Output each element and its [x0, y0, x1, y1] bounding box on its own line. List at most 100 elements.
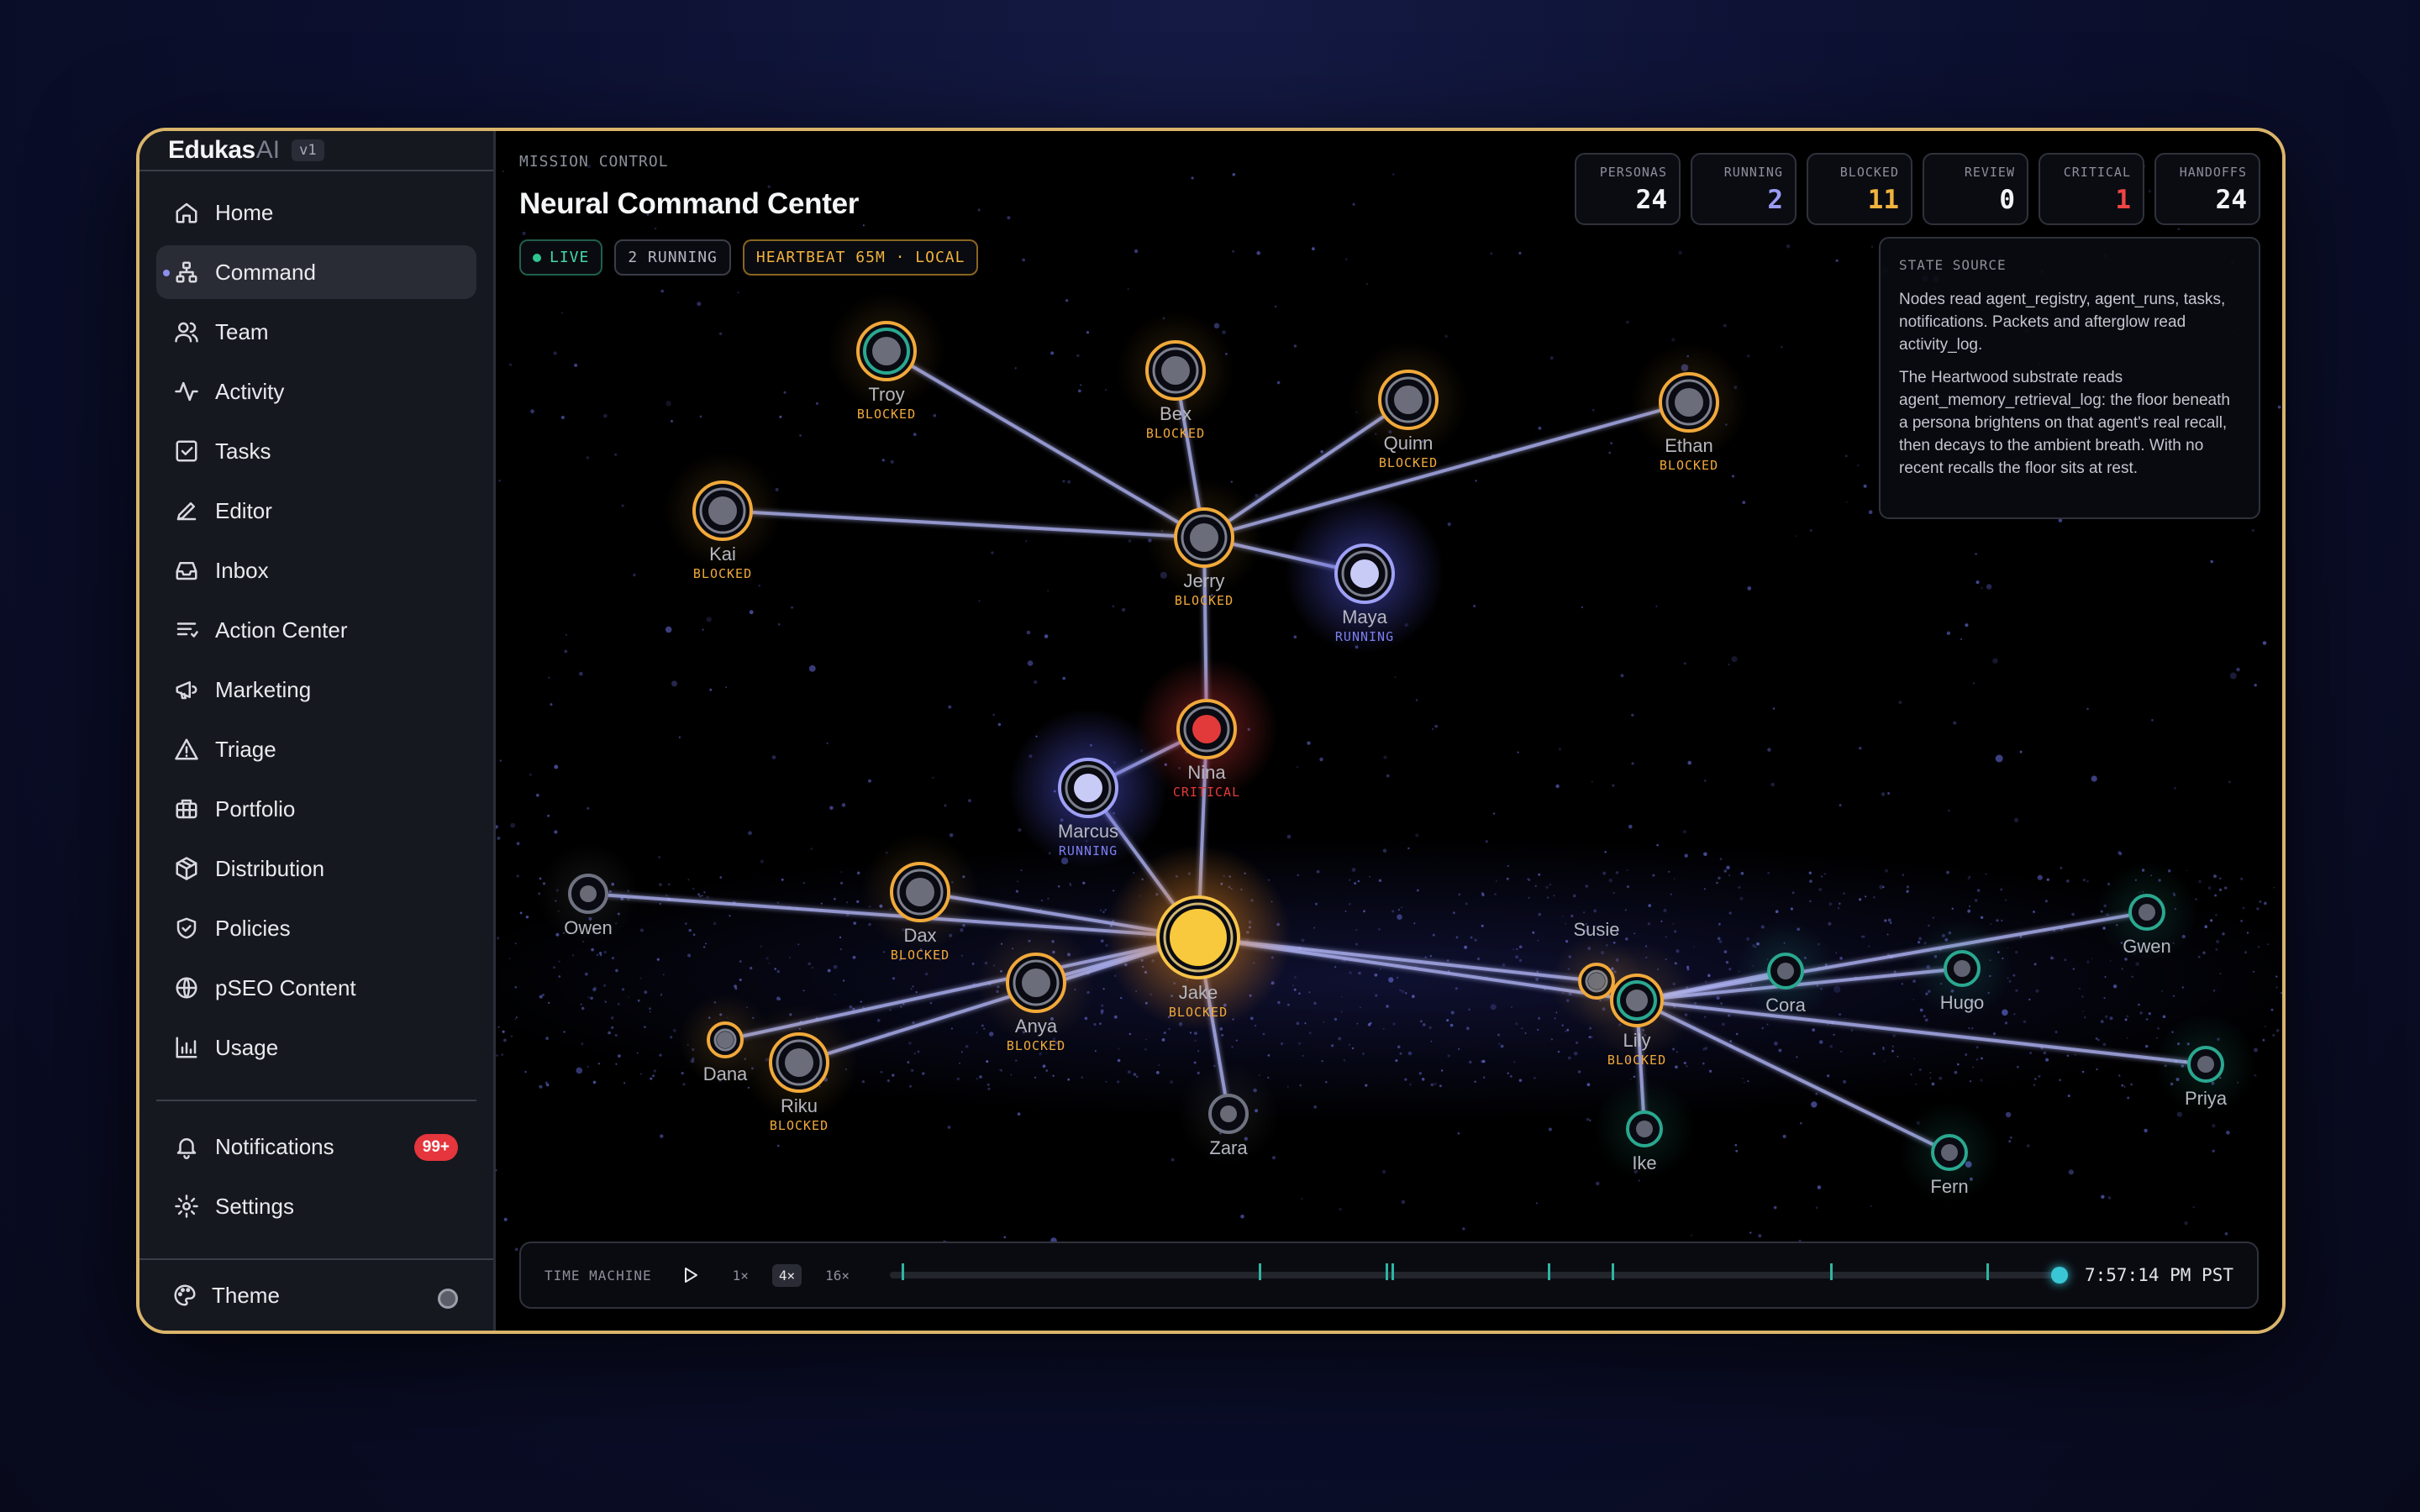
page-title: Neural Command Center: [519, 187, 860, 220]
node-name: Lily: [1623, 1030, 1650, 1051]
node-status: CRITICAL: [1173, 785, 1240, 800]
sidebar-item-team[interactable]: Team: [156, 305, 476, 359]
node-name: Anya: [1015, 1016, 1058, 1037]
node-core: [1192, 715, 1221, 743]
sidebar-item-command[interactable]: Command: [156, 245, 476, 299]
node-jerry[interactable]: Jerry BLOCKED: [1145, 479, 1263, 608]
stat-label: BLOCKED: [1839, 165, 1899, 180]
sidebar-item-portfolio[interactable]: Portfolio: [156, 782, 476, 836]
node-quinn[interactable]: QuinnBLOCKED: [1349, 341, 1467, 470]
state-source-title: STATE SOURCE: [1899, 257, 2007, 273]
speed-1x-button[interactable]: 1×: [726, 1264, 755, 1287]
node-zara[interactable]: Zara: [1178, 1063, 1279, 1164]
node-name: Ike: [1632, 1152, 1656, 1173]
node-anya[interactable]: AnyaBLOCKED: [977, 924, 1095, 1053]
sidebar-item-label: Distribution: [215, 855, 325, 881]
bell-icon: [173, 1133, 200, 1160]
node-priya[interactable]: Priya: [2155, 1014, 2256, 1115]
heartbeat-pill: HEARTBEAT 65M · LOCAL: [742, 239, 979, 276]
live-dot: [533, 253, 541, 262]
sidebar-item-label: Policies: [215, 915, 291, 941]
sidebar-item-policies[interactable]: Policies: [156, 901, 476, 955]
node-core: [1170, 909, 1227, 966]
node-hugo[interactable]: Hugo: [1912, 918, 2012, 1019]
theme-row[interactable]: Theme: [139, 1258, 493, 1331]
speed-16x-button[interactable]: 16×: [818, 1264, 856, 1287]
sidebar-item-notifications[interactable]: Notifications 99+: [156, 1120, 476, 1173]
node-jake[interactable]: Jake BLOCKED: [1106, 845, 1291, 1030]
sidebar-item-label: Home: [215, 199, 274, 225]
theme-toggle[interactable]: [438, 1289, 458, 1309]
stat-card-personas: PERSONAS 24: [1575, 153, 1681, 225]
node-ethan[interactable]: Ethan BLOCKED: [1630, 344, 1748, 473]
brand[interactable]: Edukas AI v1: [139, 131, 493, 171]
node-gwen[interactable]: Gwen: [2096, 862, 2197, 963]
node-core: [2197, 1056, 2214, 1073]
stat-label: PERSONAS: [1599, 165, 1667, 180]
node-fern[interactable]: Fern: [1899, 1102, 2000, 1203]
sidebar-item-action-center[interactable]: Action Center: [156, 603, 476, 657]
node-name: Priya: [2185, 1088, 2228, 1109]
node-dax[interactable]: Dax BLOCKED: [861, 833, 979, 963]
list-icon: [173, 617, 200, 643]
node-core: [1190, 523, 1218, 552]
play-icon[interactable]: [677, 1263, 702, 1288]
stat-card-review: REVIEW 0: [1923, 153, 2028, 225]
timeline-time: 7:57:14 PM PST: [2084, 1265, 2233, 1285]
node-bex[interactable]: Bex BLOCKED: [1117, 312, 1234, 441]
node-status: BLOCKED: [1007, 1038, 1065, 1053]
package-icon: [173, 855, 200, 882]
node-troy[interactable]: Troy BLOCKED: [828, 292, 945, 422]
sidebar-nav-bottom: Notifications 99+ Settings: [139, 1120, 493, 1233]
timeline-event-tick: [901, 1263, 904, 1280]
node-name: Owen: [564, 917, 612, 938]
edge-lily-priya: [1636, 999, 2207, 1066]
stat-card-blocked: BLOCKED 11: [1807, 153, 1912, 225]
timeline-track[interactable]: [890, 1263, 2068, 1284]
stat-value: 24: [2215, 185, 2247, 215]
sidebar-item-tasks[interactable]: Tasks: [156, 424, 476, 478]
sidebar-item-editor[interactable]: Editor: [156, 484, 476, 538]
time-machine: TIME MACHINE 1× 4× 16× 7:57:14 PM PST: [519, 1242, 2259, 1309]
timeline-event-tick: [1548, 1263, 1551, 1280]
sidebar-item-marketing[interactable]: Marketing: [156, 663, 476, 717]
node-name: Marcus: [1058, 821, 1118, 842]
speed-4x-button[interactable]: 4×: [771, 1263, 802, 1287]
node-ike[interactable]: Ike: [1594, 1079, 1695, 1179]
sidebar-item-home[interactable]: Home: [156, 186, 476, 239]
sidebar-item-label: Team: [215, 318, 269, 344]
sidebar-item-usage[interactable]: Usage: [156, 1021, 476, 1074]
sidebar-item-triage[interactable]: Triage: [156, 722, 476, 776]
node-status: BLOCKED: [891, 948, 950, 963]
warning-icon: [173, 736, 200, 763]
node-riku[interactable]: Riku BLOCKED: [740, 1004, 858, 1133]
node-maya[interactable]: Maya RUNNING: [1285, 494, 1444, 654]
node-owen[interactable]: Owen: [538, 843, 639, 944]
node-marcus[interactable]: MarcusRUNNING: [1008, 708, 1168, 868]
stat-value: 0: [1999, 185, 2015, 215]
state-source-text-1: Nodes read agent_registry, agent_runs, t…: [1899, 291, 2226, 354]
node-core: [906, 878, 934, 906]
network-icon: [173, 259, 200, 286]
node-core: [1626, 990, 1648, 1011]
sidebar-item-activity[interactable]: Activity: [156, 365, 476, 418]
sidebar-item-label: Usage: [215, 1034, 279, 1060]
sidebar-item-label: Triage: [215, 736, 276, 762]
node-status: BLOCKED: [1146, 426, 1205, 441]
sidebar-item-pseo-content[interactable]: pSEO Content: [156, 961, 476, 1015]
sidebar-item-settings[interactable]: Settings: [156, 1179, 476, 1233]
node-name: Hugo: [1940, 992, 1985, 1013]
node-cora[interactable]: Cora: [1735, 921, 1836, 1021]
sidebar-item-inbox[interactable]: Inbox: [156, 543, 476, 597]
briefcase-icon: [173, 795, 200, 822]
node-lily[interactable]: Lily BLOCKED: [1578, 942, 1696, 1068]
node-kai[interactable]: Kai BLOCKED: [664, 452, 781, 581]
edge-jerry-kai: [722, 509, 1205, 539]
timeline-scrubber[interactable]: [2050, 1267, 2068, 1284]
sidebar-item-label: Editor: [215, 497, 272, 523]
node-name: Cora: [1765, 995, 1806, 1016]
node-core: [1074, 774, 1102, 802]
node-core: [1777, 963, 1794, 979]
node-status: BLOCKED: [1175, 593, 1234, 608]
sidebar-item-distribution[interactable]: Distribution: [156, 842, 476, 895]
